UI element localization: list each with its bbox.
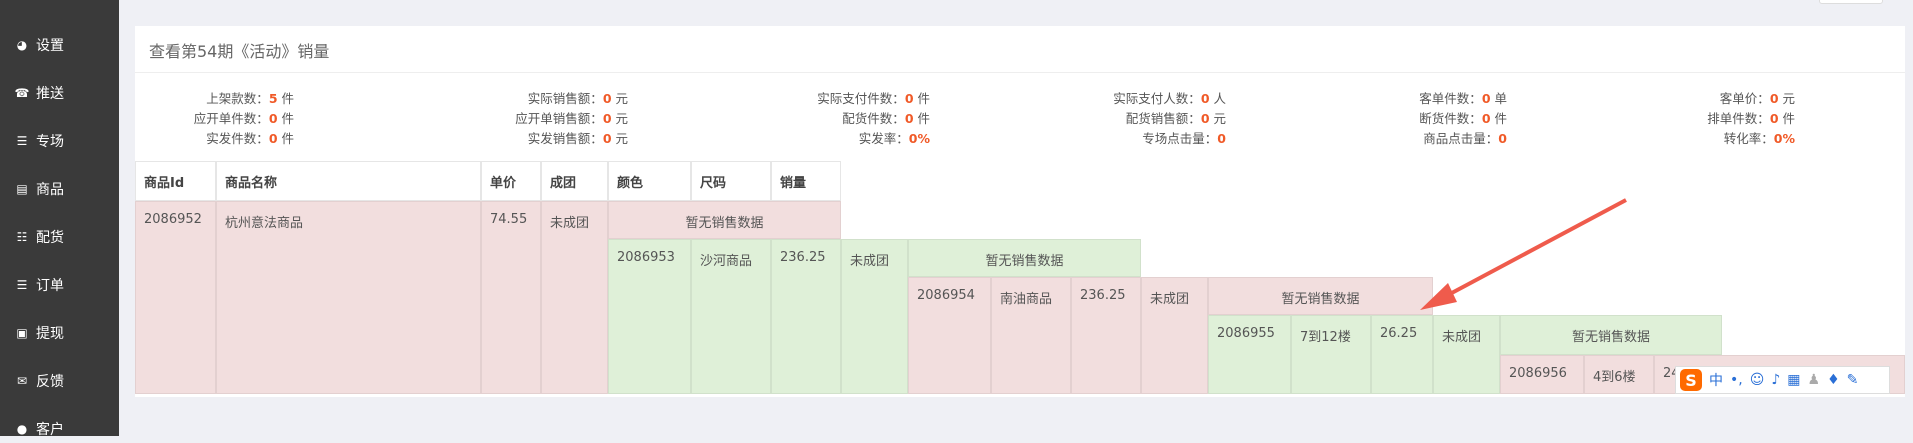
ime-mode-toggle[interactable]: 中 [1709, 370, 1723, 390]
smiley-icon[interactable]: ☺ [1750, 372, 1765, 388]
ime-toolbar[interactable]: S 中 •, ☺ ♪ ▦ ♟ ♦ ✎ [1675, 366, 1890, 394]
annotation-arrow [1420, 198, 1627, 310]
punctuation-toggle[interactable]: •, [1730, 372, 1743, 388]
wrench-icon[interactable]: ✎ [1847, 372, 1859, 388]
shirt-icon[interactable]: ♦ [1827, 372, 1840, 388]
mic-icon[interactable]: ♪ [1771, 372, 1780, 388]
users-icon[interactable]: ♟ [1808, 372, 1821, 388]
keyboard-icon[interactable]: ▦ [1787, 372, 1800, 388]
sogou-logo-icon[interactable]: S [1680, 369, 1702, 391]
